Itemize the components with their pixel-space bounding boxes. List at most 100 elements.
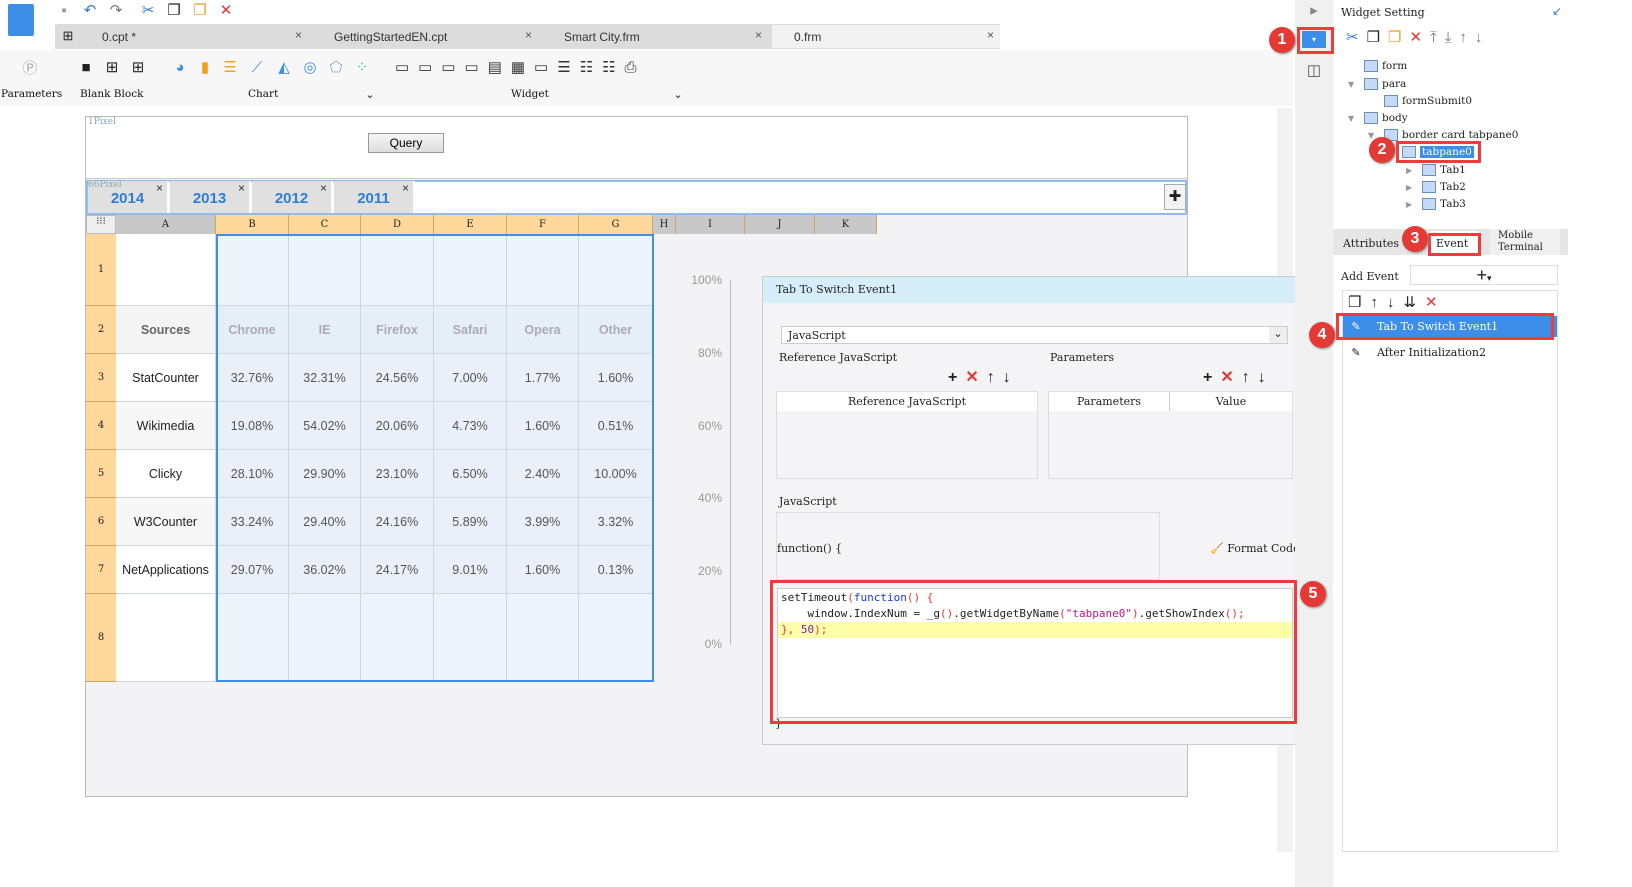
column-header-I[interactable]: I xyxy=(676,215,745,234)
chevron-down-icon[interactable]: ⌄ xyxy=(668,86,688,104)
row-header-2[interactable]: 2 xyxy=(86,306,116,354)
grid-cell[interactable]: Safari xyxy=(434,306,507,354)
tab2-node[interactable]: ▶ Tab2 xyxy=(1406,179,1466,195)
layout-icon[interactable]: ⊞ xyxy=(128,59,148,77)
grid-cell[interactable]: 29.90% xyxy=(289,450,361,498)
grid-cell[interactable]: 4.73% xyxy=(434,402,507,450)
column-header-A[interactable]: A xyxy=(116,215,216,234)
add-tab-button[interactable]: ✚ xyxy=(1164,184,1186,210)
row-header-3[interactable]: 3 xyxy=(86,354,116,402)
move-top-icon[interactable]: ⤒ xyxy=(1430,29,1445,46)
move-up-icon[interactable]: ↑ xyxy=(1370,294,1387,311)
pie-chart-icon[interactable]: ◕ xyxy=(170,59,190,77)
redo-icon[interactable]: ↷ xyxy=(106,2,126,20)
delete-icon[interactable]: ✕ xyxy=(1425,294,1447,311)
grid-cell[interactable] xyxy=(507,234,579,306)
new-tab-icon[interactable]: ⊞ xyxy=(58,27,78,45)
grid-cell[interactable] xyxy=(116,234,216,306)
delete-icon[interactable]: ✕ xyxy=(1220,369,1241,386)
column-header-K[interactable]: K xyxy=(815,215,877,234)
grid-cell[interactable]: 1.77% xyxy=(507,354,579,402)
close-icon[interactable]: × xyxy=(987,28,994,42)
close-icon[interactable]: × xyxy=(295,28,302,42)
row-header-4[interactable]: 4 xyxy=(86,402,116,450)
row-header-5[interactable]: 5 xyxy=(86,450,116,498)
copy-icon[interactable]: ❐ xyxy=(1348,294,1370,311)
grid-cell[interactable]: Firefox xyxy=(361,306,434,354)
undo-icon[interactable]: ↶ xyxy=(80,2,100,20)
grid-cell[interactable]: 24.16% xyxy=(361,498,434,546)
collapse-icon[interactable]: ▸ xyxy=(1304,2,1324,20)
form-node[interactable]: form xyxy=(1348,58,1407,74)
para-node[interactable]: ▼ para xyxy=(1348,76,1406,92)
column-header-C[interactable]: C xyxy=(289,215,361,234)
format-code-button[interactable]: 🧹 Format Code xyxy=(1210,542,1300,555)
grid-cell[interactable] xyxy=(216,234,289,306)
grid-cell[interactable] xyxy=(361,594,434,682)
query-button[interactable]: Query xyxy=(368,133,444,153)
tab3-node[interactable]: ▶ Tab3 xyxy=(1406,196,1466,212)
tab-2012[interactable]: 2012 × xyxy=(252,181,333,213)
ribbon-widget[interactable]: Widget xyxy=(511,88,549,100)
scatter-chart-icon[interactable]: ⁘ xyxy=(352,59,372,77)
grid-cell[interactable]: Other xyxy=(579,306,653,354)
row-header-1[interactable]: 1 xyxy=(86,234,116,306)
grid-cell[interactable]: 29.40% xyxy=(289,498,361,546)
hbar-chart-icon[interactable]: ☰ xyxy=(220,59,240,77)
event-item[interactable]: ✎ After Initialization2 xyxy=(1343,342,1557,363)
grid-cell[interactable] xyxy=(434,594,507,682)
grid-cell[interactable]: 29.07% xyxy=(216,546,289,594)
grid-cell[interactable] xyxy=(361,234,434,306)
widget-icons[interactable]: ▭▭▭▭▤▦▭☰☷☷⎙ xyxy=(395,58,646,76)
grid-cell[interactable] xyxy=(434,234,507,306)
tab-2011[interactable]: 2011 × xyxy=(334,181,415,213)
grid-cell[interactable]: 19.08% xyxy=(216,402,289,450)
tab-mobile-terminal[interactable]: Mobile Terminal xyxy=(1490,229,1560,255)
move-down-icon[interactable]: ↓ xyxy=(1003,369,1019,386)
move-down-icon[interactable]: ↓ xyxy=(1387,294,1404,311)
move-down-icon[interactable]: ↓ xyxy=(1475,29,1491,46)
move-up-icon[interactable]: ↑ xyxy=(1242,369,1258,386)
tab-smart-city[interactable]: Smart City.frm × xyxy=(544,25,768,48)
pin-icon[interactable]: ↙ xyxy=(1547,2,1567,20)
close-icon[interactable]: × xyxy=(402,181,409,195)
save-icon[interactable]: ▪ xyxy=(54,2,74,20)
column-header-B[interactable]: B xyxy=(216,215,289,234)
grid-cell[interactable] xyxy=(579,234,653,306)
grid-cell[interactable]: 2.40% xyxy=(507,450,579,498)
grid-cell[interactable] xyxy=(289,594,361,682)
gauge-chart-icon[interactable]: ◎ xyxy=(300,59,320,77)
row-header-7[interactable]: 7 xyxy=(86,546,116,594)
blank-block-icon[interactable]: ■ xyxy=(76,59,96,77)
grid-cell[interactable]: 24.56% xyxy=(361,354,434,402)
grid-cell[interactable] xyxy=(507,594,579,682)
cut-icon[interactable]: ✂ xyxy=(138,2,158,20)
grid-corner[interactable]: ⁝⁝⁝ xyxy=(86,215,116,234)
grid-cell[interactable]: 36.02% xyxy=(289,546,361,594)
bar-chart-icon[interactable]: ▮ xyxy=(195,59,215,77)
ribbon-parameters[interactable]: Parameters xyxy=(1,88,62,100)
grid-cell[interactable]: 32.31% xyxy=(289,354,361,402)
delete-icon[interactable]: ✕ xyxy=(1409,29,1430,46)
grid-cell[interactable]: StatCounter xyxy=(116,354,216,402)
tab-2013[interactable]: 2013 × xyxy=(170,181,251,213)
move-bottom-icon[interactable]: ⇊ xyxy=(1403,294,1425,311)
formsubmit-node[interactable]: formSubmit0 xyxy=(1368,93,1472,109)
tab-0-cpt[interactable]: 0.cpt * × xyxy=(84,25,308,48)
expand-icon[interactable]: ▼ xyxy=(1348,80,1360,89)
grid-cell[interactable]: 5.89% xyxy=(434,498,507,546)
grid-cell[interactable]: 0.13% xyxy=(579,546,653,594)
grid-cell[interactable]: 10.00% xyxy=(579,450,653,498)
grid-cell[interactable]: 1.60% xyxy=(507,402,579,450)
grid-cell[interactable]: Wikimedia xyxy=(116,402,216,450)
radar-chart-icon[interactable]: ⬠ xyxy=(326,59,346,77)
grid-cell[interactable]: 7.00% xyxy=(434,354,507,402)
paste-icon[interactable]: ❐ xyxy=(1388,29,1409,46)
area-chart-icon[interactable]: ◭ xyxy=(274,59,294,77)
column-header-H[interactable]: H xyxy=(653,215,676,234)
delete-icon[interactable]: ✕ xyxy=(965,369,986,386)
grid-cell[interactable]: Chrome xyxy=(216,306,289,354)
grid-cell[interactable] xyxy=(289,234,361,306)
tab-gettingstarted[interactable]: GettingStartedEN.cpt × xyxy=(314,25,538,48)
grid-cell[interactable]: 9.01% xyxy=(434,546,507,594)
